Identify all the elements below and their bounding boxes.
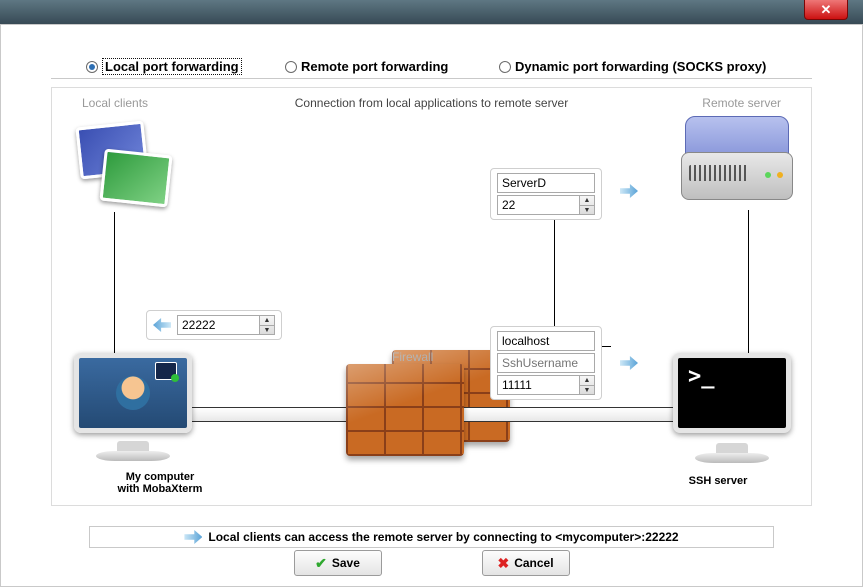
radio-label: Local port forwarding bbox=[102, 58, 242, 75]
check-icon: ✔ bbox=[315, 555, 327, 572]
ssh-username-input[interactable] bbox=[497, 353, 595, 373]
arrow-right-icon bbox=[620, 356, 638, 370]
remote-port-input[interactable] bbox=[497, 195, 579, 215]
label-local-clients: Local clients bbox=[82, 96, 148, 110]
radio-icon bbox=[285, 61, 297, 73]
local-port-input[interactable] bbox=[177, 315, 259, 335]
spinner-down[interactable]: ▼ bbox=[260, 326, 274, 335]
remote-server-group: ▲▼ bbox=[490, 168, 602, 220]
ssh-server-group: ▲▼ bbox=[490, 326, 602, 400]
radio-dynamic-port-forwarding[interactable]: Dynamic port forwarding (SOCKS proxy) bbox=[499, 59, 766, 74]
dialog-window: Local port forwarding Remote port forwar… bbox=[0, 24, 863, 587]
spinner-up[interactable]: ▲ bbox=[580, 376, 594, 386]
info-text: Local clients can access the remote serv… bbox=[208, 530, 678, 544]
arrow-right-icon bbox=[184, 530, 202, 544]
terminal-prompt: >_ bbox=[673, 353, 791, 433]
tunnel-diagram: Connection from local applications to re… bbox=[51, 87, 812, 506]
spinner-up[interactable]: ▲ bbox=[260, 316, 274, 326]
caption-ssh-server: SSH server bbox=[653, 475, 783, 487]
local-port-spinner[interactable]: ▲▼ bbox=[177, 315, 275, 335]
firewall-icon bbox=[346, 364, 464, 456]
radio-remote-port-forwarding[interactable]: Remote port forwarding bbox=[285, 59, 448, 74]
caption-my-computer: My computer with MobaXterm bbox=[90, 471, 230, 495]
local-clients-icon bbox=[72, 118, 172, 210]
forwarding-mode-row: Local port forwarding Remote port forwar… bbox=[51, 55, 812, 79]
save-label: Save bbox=[332, 556, 360, 570]
radio-icon bbox=[499, 61, 511, 73]
cross-icon: ✖ bbox=[497, 555, 509, 572]
close-icon: ✕ bbox=[821, 2, 832, 18]
title-bar bbox=[0, 0, 863, 24]
arrow-right-icon bbox=[620, 184, 638, 198]
spinner-down[interactable]: ▼ bbox=[580, 386, 594, 395]
radio-local-port-forwarding[interactable]: Local port forwarding bbox=[86, 58, 242, 75]
radio-label: Remote port forwarding bbox=[301, 59, 448, 74]
my-computer-icon bbox=[68, 353, 198, 463]
spinner-up[interactable]: ▲ bbox=[580, 196, 594, 206]
ssh-server-icon: >_ bbox=[667, 353, 797, 465]
ssh-host-input[interactable] bbox=[497, 331, 595, 351]
button-row: ✔ Save ✖ Cancel bbox=[1, 550, 862, 576]
radio-label: Dynamic port forwarding (SOCKS proxy) bbox=[515, 59, 766, 74]
ssh-port-input[interactable] bbox=[497, 375, 579, 395]
local-port-group: ▲▼ bbox=[146, 310, 282, 340]
label-remote-server: Remote server bbox=[702, 96, 781, 110]
arrow-left-icon bbox=[153, 318, 171, 332]
remote-host-input[interactable] bbox=[497, 173, 595, 193]
info-bar: Local clients can access the remote serv… bbox=[89, 526, 774, 548]
spinner-down[interactable]: ▼ bbox=[580, 206, 594, 215]
radio-icon bbox=[86, 61, 98, 73]
cancel-label: Cancel bbox=[514, 556, 553, 570]
diagram-description: Connection from local applications to re… bbox=[52, 96, 811, 110]
remote-port-spinner[interactable]: ▲▼ bbox=[497, 195, 595, 215]
cancel-button[interactable]: ✖ Cancel bbox=[482, 550, 570, 576]
ssh-port-spinner[interactable]: ▲▼ bbox=[497, 375, 595, 395]
save-button[interactable]: ✔ Save bbox=[294, 550, 382, 576]
remote-server-icon bbox=[679, 112, 795, 204]
close-button[interactable]: ✕ bbox=[804, 0, 848, 20]
